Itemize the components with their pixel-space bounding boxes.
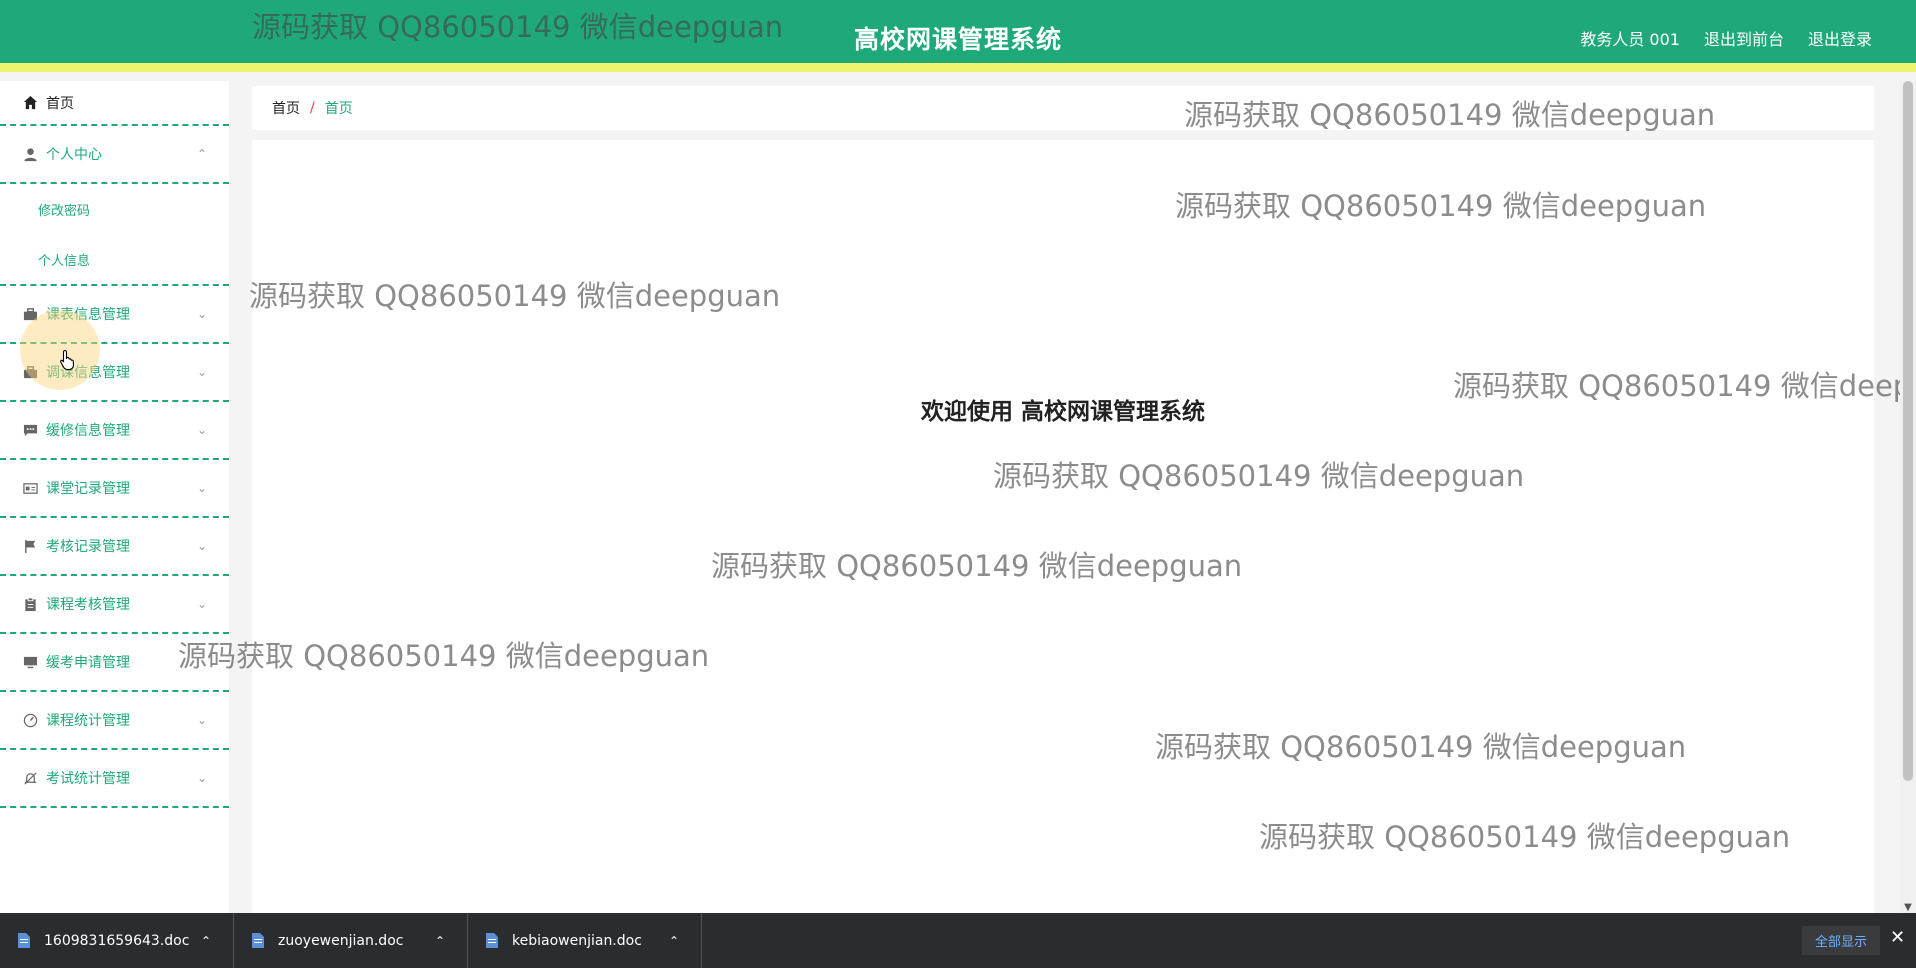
- id-card-icon: [22, 480, 38, 496]
- logout-link[interactable]: 退出登录: [1808, 26, 1872, 50]
- personal-center-submenu: 修改密码 个人信息: [0, 184, 229, 286]
- sidebar-item-course-statistics[interactable]: 课程统计管理 ⌄: [0, 692, 229, 750]
- bell-off-icon: [22, 770, 38, 786]
- sidebar-item-exam-statistics[interactable]: 考试统计管理 ⌄: [0, 750, 229, 808]
- welcome-message: 欢迎使用 高校网课管理系统: [920, 399, 1205, 425]
- chevron-up-icon[interactable]: ⌃: [201, 934, 211, 948]
- download-filename: zuoyewenjian.doc: [278, 932, 404, 949]
- sidebar-item-home[interactable]: 首页: [0, 81, 229, 126]
- current-user[interactable]: 教务人员 001: [1580, 26, 1680, 50]
- chevron-down-icon: ⌄: [196, 481, 207, 495]
- chevron-down-icon: ⌄: [196, 539, 207, 553]
- chevron-down-icon: ⌄: [196, 307, 207, 321]
- chevron-down-icon: ⌄: [196, 365, 207, 379]
- download-filename: 1609831659643.doc: [44, 932, 190, 949]
- breadcrumb: 首页 / 首页: [252, 86, 1874, 130]
- sidebar: 首页 个人中心 ⌃ 修改密码 个人信息 课表信息管理 ⌄ 调课信息管理 ⌄ 缓修…: [0, 81, 229, 913]
- chevron-up-icon: ⌃: [196, 147, 207, 161]
- chevron-down-icon: ⌄: [196, 423, 207, 437]
- chevron-down-icon: ⌄: [196, 771, 207, 785]
- flag-icon: [22, 538, 38, 554]
- word-file-icon: [252, 933, 264, 948]
- top-header: 高校网课管理系统 教务人员 001 退出到前台 退出登录: [0, 0, 1916, 72]
- sidebar-item-deferred-study[interactable]: 缓修信息管理 ⌄: [0, 402, 229, 460]
- breadcrumb-current: 首页: [324, 101, 353, 117]
- sidebar-item-class-record[interactable]: 课堂记录管理 ⌄: [0, 460, 229, 518]
- sidebar-item-label: 考试统计管理: [46, 771, 130, 787]
- scrollbar-thumb[interactable]: [1903, 81, 1913, 781]
- sidebar-item-label: 课堂记录管理: [46, 481, 130, 497]
- hand-cursor-icon: [60, 349, 75, 371]
- breadcrumb-separator: /: [310, 100, 315, 116]
- breadcrumb-home[interactable]: 首页: [272, 98, 300, 118]
- monitor-icon: [22, 654, 38, 670]
- word-file-icon: [486, 933, 498, 948]
- header-actions: 教务人员 001 退出到前台 退出登录: [1580, 26, 1872, 50]
- clipboard-icon: [22, 596, 38, 612]
- sidebar-item-label: 首页: [46, 95, 74, 112]
- chevron-down-icon: ⌄: [196, 597, 207, 611]
- chevron-up-icon[interactable]: ⌃: [669, 934, 679, 948]
- back-to-frontend-link[interactable]: 退出到前台: [1704, 26, 1784, 50]
- sidebar-item-label: 考核记录管理: [46, 539, 130, 555]
- sidebar-item-deferred-exam[interactable]: 缓考申请管理: [0, 634, 229, 692]
- download-bar: 1609831659643.doc ⌃ zuoyewenjian.doc ⌃ k…: [0, 913, 1916, 968]
- download-item[interactable]: 1609831659643.doc ⌃: [0, 913, 234, 968]
- submenu-item-change-password[interactable]: 修改密码: [0, 184, 229, 234]
- submenu-item-personal-info[interactable]: 个人信息: [0, 234, 229, 284]
- sidebar-item-personal-center[interactable]: 个人中心 ⌃: [0, 126, 229, 184]
- download-item[interactable]: zuoyewenjian.doc ⌃: [234, 913, 468, 968]
- download-filename: kebiaowenjian.doc: [512, 932, 642, 949]
- chat-icon: [22, 422, 38, 438]
- sidebar-item-label: 缓考申请管理: [46, 655, 130, 671]
- chevron-down-icon: ⌄: [196, 713, 207, 727]
- word-file-icon: [18, 933, 30, 948]
- sidebar-item-label: 缓修信息管理: [46, 423, 130, 439]
- download-item[interactable]: kebiaowenjian.doc ⌃: [468, 913, 702, 968]
- sidebar-item-label: 个人中心: [46, 147, 102, 163]
- close-icon[interactable]: ✕: [1890, 927, 1905, 948]
- sidebar-item-course-assessment[interactable]: 课程考核管理 ⌄: [0, 576, 229, 634]
- scroll-down-arrow-icon[interactable]: ▼: [1900, 902, 1916, 913]
- sidebar-item-label: 课程统计管理: [46, 713, 130, 729]
- main-content: 欢迎使用 高校网课管理系统: [252, 140, 1874, 913]
- show-all-downloads-button[interactable]: 全部显示: [1802, 926, 1880, 955]
- sidebar-item-label: 课程考核管理: [46, 597, 130, 613]
- user-icon: [22, 146, 38, 162]
- gauge-icon: [22, 712, 38, 728]
- chevron-up-icon[interactable]: ⌃: [435, 934, 445, 948]
- page-scrollbar[interactable]: ▼: [1900, 81, 1916, 913]
- sidebar-item-assessment-record[interactable]: 考核记录管理 ⌄: [0, 518, 229, 576]
- home-icon: [22, 95, 38, 111]
